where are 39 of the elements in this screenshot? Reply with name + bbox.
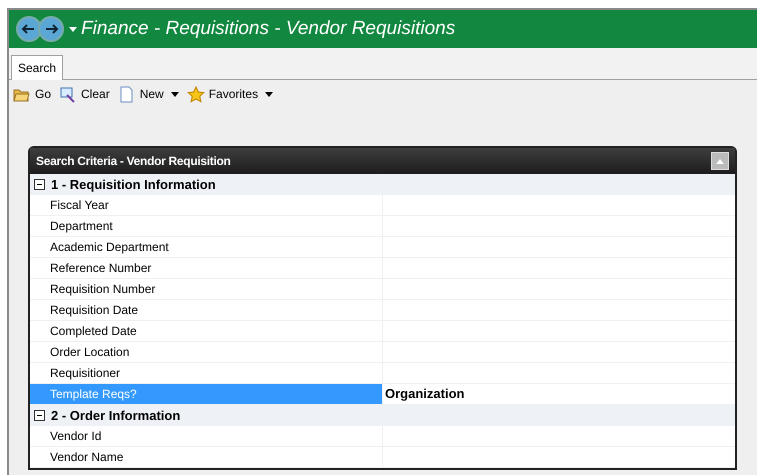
caret-icon[interactable]	[69, 26, 77, 32]
property-row[interactable]: Requisition Number	[30, 279, 735, 300]
property-row[interactable]: Requisition Date	[30, 300, 735, 321]
property-label: Requisitioner	[50, 365, 120, 382]
property-label: Department	[50, 218, 113, 235]
collapse-icon[interactable]	[34, 179, 45, 190]
panel-title: Search Criteria - Vendor Requisition	[36, 153, 231, 170]
property-row[interactable]: Academic Department	[30, 237, 735, 258]
property-row[interactable]: Template Reqs? Organization	[30, 384, 735, 405]
eraser-button[interactable]: Clear	[59, 85, 110, 103]
star-button[interactable]: Favorites	[186, 85, 274, 103]
property-value: Organization	[385, 385, 464, 404]
property-label: Requisition Date	[50, 302, 138, 319]
property-row[interactable]: Vendor Name	[30, 447, 735, 468]
property-label: Completed Date	[50, 323, 137, 340]
caret-icon	[716, 158, 724, 164]
tab[interactable]: Search	[11, 55, 64, 80]
property-label: Reference Number	[50, 260, 152, 277]
property-row[interactable]: Order Location	[30, 342, 735, 363]
document-button[interactable]: New	[118, 85, 179, 103]
property-label: Vendor Name	[50, 449, 124, 466]
property-label: Fiscal Year	[50, 197, 109, 214]
property-row[interactable]: Fiscal Year	[30, 195, 735, 216]
window-title: Finance - Requisitions - Vendor Requisitions	[81, 16, 456, 41]
property-row[interactable]: Vendor Id	[30, 426, 735, 447]
back-forward-icon[interactable]	[15, 14, 65, 44]
collapse-icon[interactable]	[34, 410, 45, 421]
property-label: Template Reqs?	[50, 386, 137, 403]
group-heading: 2 - Order Information	[51, 406, 180, 425]
folder-button[interactable]: Go	[13, 85, 52, 103]
property-row[interactable]: Department	[30, 216, 735, 237]
property-label: Order Location	[50, 344, 130, 361]
group-heading: 1 - Requisition Information	[51, 176, 216, 194]
property-label: Requisition Number	[50, 281, 156, 298]
property-row[interactable]: Reference Number	[30, 258, 735, 279]
property-row[interactable]: Completed Date	[30, 321, 735, 342]
property-label: Vendor Id	[50, 428, 102, 445]
star-icon	[186, 86, 205, 102]
property-label: Academic Department	[50, 239, 169, 256]
